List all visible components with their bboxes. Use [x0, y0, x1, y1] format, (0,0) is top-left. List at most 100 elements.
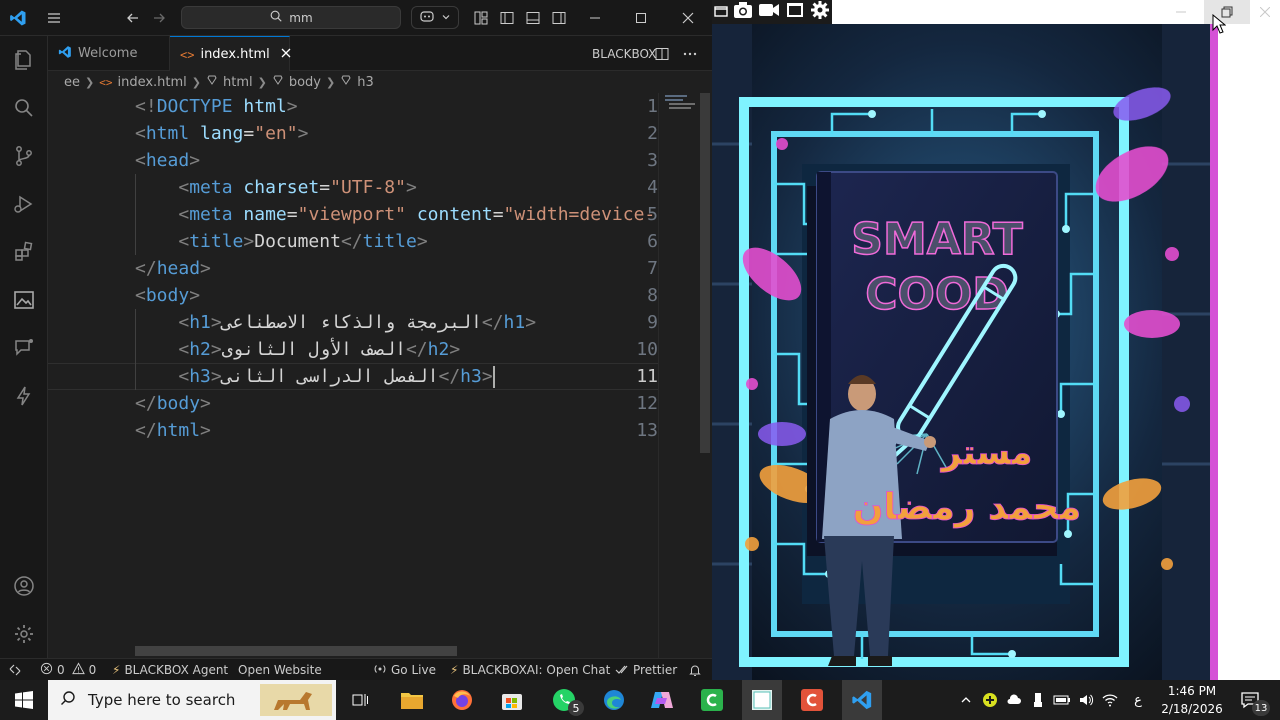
restore-window-button[interactable]: [1204, 0, 1250, 24]
forward-arrow-icon[interactable]: [148, 0, 170, 36]
back-arrow-icon[interactable]: [122, 0, 144, 36]
window-icon[interactable]: [714, 3, 729, 22]
breadcrumb-body[interactable]: body: [289, 75, 321, 90]
code-editor[interactable]: 1 <!DOCTYPE html> 2 <html lang="en"> 3 <head>…: [48, 93, 658, 658]
code-line[interactable]: </head>: [135, 255, 211, 282]
start-button-icon[interactable]: [0, 680, 48, 720]
code-line[interactable]: <title>Document</title>: [135, 228, 427, 255]
code-line[interactable]: <h3>الفصل الدراسى الثانى</h3>: [135, 363, 495, 390]
whatsapp-icon[interactable]: 5: [544, 680, 584, 720]
firefox-icon[interactable]: [442, 680, 482, 720]
toggle-sidebar-icon[interactable]: [496, 0, 518, 36]
open-website-button[interactable]: Open Website: [238, 659, 322, 681]
code-line[interactable]: <h2>الصف الأول الثانوى</h2>: [135, 336, 460, 363]
screen-capture-icon[interactable]: [785, 1, 805, 23]
chevron-up-icon[interactable]: [956, 680, 976, 720]
image-preview-icon[interactable]: [0, 276, 48, 324]
taskbar-clock[interactable]: 1:46 PM 2/18/2026: [1160, 682, 1224, 718]
breadcrumb-file[interactable]: index.html: [117, 75, 186, 90]
breadcrumb-h3[interactable]: h3: [357, 75, 374, 90]
cloud-icon[interactable]: [1004, 680, 1024, 720]
code-token: h1: [503, 312, 526, 333]
horizontal-scrollbar[interactable]: [135, 646, 457, 656]
remote-icon[interactable]: [8, 659, 22, 681]
video-camera-icon[interactable]: [758, 2, 780, 22]
copilot-button[interactable]: [411, 6, 459, 29]
code-line[interactable]: <!DOCTYPE html>: [135, 93, 298, 120]
tray-app-icon[interactable]: [980, 680, 1000, 720]
scrollbar-thumb[interactable]: [700, 93, 710, 453]
notifications-icon[interactable]: 13: [1236, 680, 1270, 720]
customize-layout-icon[interactable]: [470, 0, 492, 36]
tab-welcome[interactable]: Welcome: [48, 36, 170, 71]
breadcrumb-html[interactable]: html: [223, 75, 253, 90]
camtasia-green-icon[interactable]: [692, 680, 732, 720]
notifications-bell-icon[interactable]: [688, 659, 702, 681]
code-line[interactable]: <head>: [135, 147, 200, 174]
vscode-taskbar-icon[interactable]: [842, 680, 882, 720]
more-actions-icon[interactable]: [682, 36, 698, 71]
command-center-search[interactable]: mm: [181, 6, 401, 29]
code-token: >: [200, 393, 211, 414]
usb-icon[interactable]: [1028, 680, 1048, 720]
language-indicator[interactable]: ع: [1128, 680, 1148, 720]
task-view-icon[interactable]: [342, 680, 378, 720]
code-line[interactable]: <body>: [135, 282, 200, 309]
close-window-button[interactable]: [1250, 0, 1280, 24]
blackbox-bolt-icon[interactable]: [0, 372, 48, 420]
maximize-window-button[interactable]: [626, 0, 656, 36]
code-line[interactable]: <html lang="en">: [135, 120, 308, 147]
explorer-icon[interactable]: [0, 36, 48, 84]
close-window-button[interactable]: [672, 0, 704, 36]
toggle-panel-icon[interactable]: [522, 0, 544, 36]
battery-icon[interactable]: [1052, 680, 1072, 720]
problems-indicator[interactable]: 0 0: [40, 659, 96, 681]
menu-icon[interactable]: [42, 0, 66, 36]
code-line[interactable]: </body>: [135, 390, 211, 417]
settings-gear-icon[interactable]: [0, 610, 48, 658]
code-line[interactable]: <meta name="viewport" content="width=dev…: [135, 201, 655, 228]
code-token: h2: [189, 339, 211, 360]
blackboxai-chat-button[interactable]: ⚡ BLACKBOXAI: Open Chat: [450, 659, 610, 681]
go-live-button[interactable]: Go Live: [373, 659, 436, 681]
taskbar-search-box[interactable]: Type here to search: [48, 680, 336, 720]
search-view-icon[interactable]: [0, 84, 48, 132]
bolt-icon: ⚡: [450, 663, 459, 677]
wifi-icon[interactable]: [1100, 680, 1120, 720]
code-line[interactable]: <meta charset="UTF-8">: [135, 174, 416, 201]
code-line[interactable]: </html>: [135, 417, 211, 444]
accounts-icon[interactable]: [0, 562, 48, 610]
extensions-icon[interactable]: [0, 228, 48, 276]
edge-browser-icon[interactable]: [594, 680, 634, 720]
code-token: html: [156, 420, 201, 441]
close-tab-icon[interactable]: [280, 47, 292, 63]
tab-index-html[interactable]: <> index.html: [170, 36, 292, 72]
code-token: content: [416, 204, 493, 225]
code-token: </: [135, 393, 157, 414]
camera-icon[interactable]: [733, 1, 753, 23]
blackbox-label[interactable]: BLACKBOX: [592, 36, 656, 71]
settings-gear-icon[interactable]: [810, 0, 830, 24]
microsoft-store-icon[interactable]: [492, 680, 532, 720]
minimize-window-button[interactable]: [580, 0, 610, 36]
camtasia-red-icon[interactable]: [792, 680, 832, 720]
split-editor-icon[interactable]: [654, 36, 670, 71]
run-debug-icon[interactable]: [0, 180, 48, 228]
file-explorer-icon[interactable]: [392, 680, 432, 720]
prettier-button[interactable]: Prettier: [615, 659, 677, 681]
chat-icon[interactable]: [0, 324, 48, 372]
vertical-scrollbar[interactable]: [698, 93, 712, 658]
toggle-secondary-sidebar-icon[interactable]: [548, 0, 570, 36]
notepad-icon[interactable]: [742, 680, 782, 720]
breadcrumb-folder[interactable]: ee: [64, 75, 80, 90]
code-line[interactable]: <h1>البرمجة والذكاء الاصطناعى</h1>: [135, 309, 536, 336]
blackbox-agent-button[interactable]: ⚡ BLACKBOX Agent: [112, 659, 228, 681]
minimap[interactable]: [658, 93, 698, 658]
volume-icon[interactable]: [1076, 680, 1096, 720]
copilot-app-icon[interactable]: [642, 680, 682, 720]
minimize-window-button[interactable]: [1158, 0, 1204, 24]
source-control-icon[interactable]: [0, 132, 48, 180]
code-token: html: [145, 123, 190, 144]
